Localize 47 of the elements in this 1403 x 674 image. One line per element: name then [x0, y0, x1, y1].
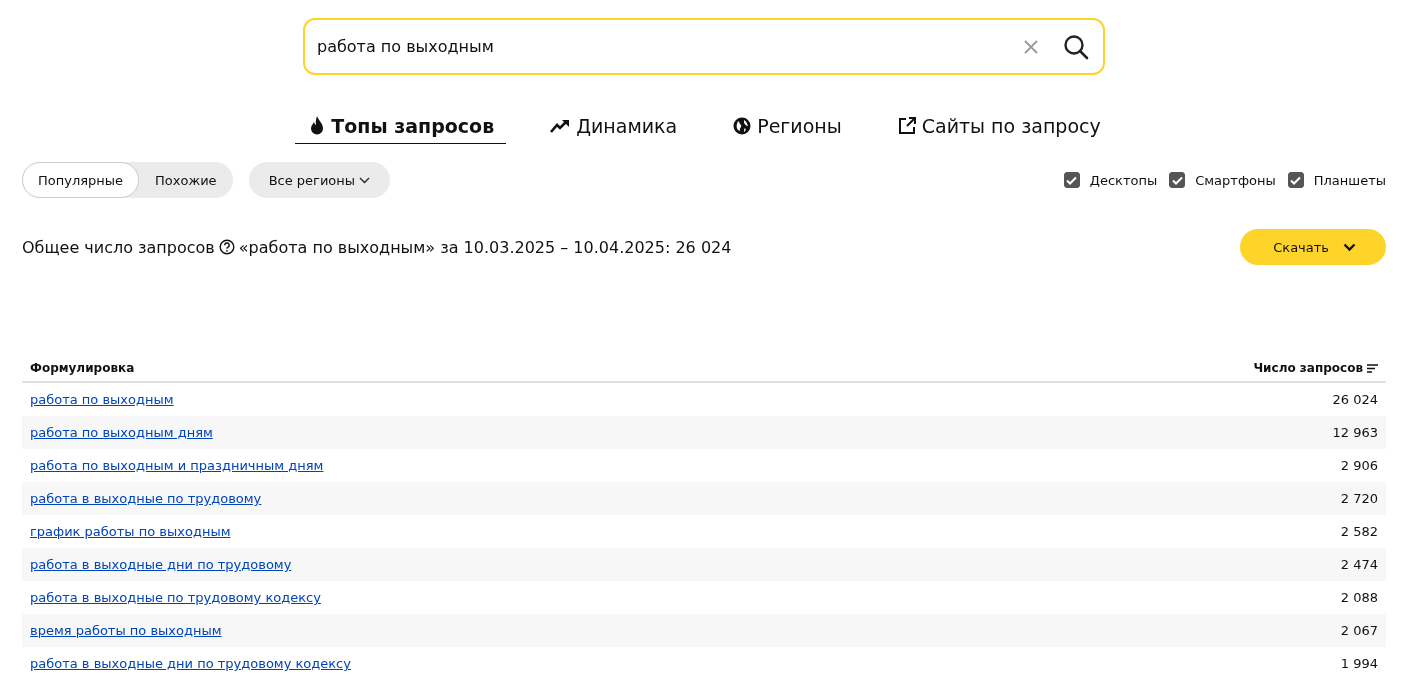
summary-text: «работа по выходным» за 10.03.2025 – 10.04.2025: 26 024 [238, 237, 732, 257]
checkbox-label: Смартфоны [1195, 172, 1276, 188]
column-header[interactable]: Число запросов [1253, 361, 1363, 375]
query-link[interactable]: работа в выходные дни по трудовому [30, 557, 292, 572]
clear-icon[interactable] [1023, 38, 1039, 55]
table-cell: 2 067 [1340, 623, 1378, 638]
tab[interactable]: Топы запросов [295, 115, 507, 144]
query-link[interactable]: работа в выходные дни по трудовому кодексу [30, 656, 351, 671]
search-field[interactable]: работа по выходным [303, 18, 1105, 75]
sort-icon[interactable] [1367, 363, 1378, 373]
chevron-down-icon [359, 176, 371, 184]
chevron-down-icon [1343, 242, 1356, 252]
column-header: Формулировка [30, 361, 135, 375]
query-link[interactable]: работа по выходным и праздничным дням [30, 458, 324, 473]
summary-label: Общее число запросов [22, 237, 215, 257]
checkbox-label: Десктопы [1089, 172, 1158, 188]
table-cell: 2 906 [1340, 458, 1378, 473]
query-link[interactable]: работа по выходным дням [30, 425, 213, 440]
tab[interactable]: Динамика [536, 115, 690, 144]
table-cell: 12 963 [1332, 425, 1378, 440]
query-link[interactable]: время работы по выходным [30, 623, 222, 638]
checkbox-label: Планшеты [1313, 172, 1386, 188]
table-cell: 2 474 [1340, 557, 1378, 572]
trend-up-icon [550, 119, 571, 133]
external-link-icon [897, 117, 916, 135]
search-icon[interactable] [1063, 33, 1089, 60]
segment-button[interactable]: Похожие [139, 162, 233, 198]
table-cell: 2 582 [1340, 524, 1378, 539]
help-icon[interactable] [218, 239, 235, 255]
query-link[interactable]: работа в выходные по трудовому [30, 491, 262, 506]
query-link[interactable]: работа по выходным [30, 392, 174, 407]
table-cell: 2 720 [1340, 491, 1378, 506]
segment-button[interactable]: Популярные [22, 162, 140, 198]
tab[interactable]: Регионы [719, 115, 854, 144]
table-cell: 2 088 [1340, 590, 1378, 605]
table-cell: 1 994 [1340, 656, 1378, 671]
table-cell: 26 024 [1332, 392, 1378, 407]
query-link[interactable]: работа в выходные по трудовому кодексу [30, 590, 321, 605]
download-button[interactable]: Скачать [1240, 229, 1386, 265]
checkbox[interactable] [1169, 172, 1186, 188]
globe-icon [733, 117, 752, 135]
fire-icon [309, 116, 326, 136]
query-link[interactable]: график работы по выходным [30, 524, 231, 539]
tab[interactable]: Сайты по запросу [883, 115, 1113, 144]
checkbox[interactable] [1287, 172, 1304, 188]
checkbox[interactable] [1063, 172, 1080, 188]
region-dropdown[interactable]: Все регионы [248, 162, 391, 198]
